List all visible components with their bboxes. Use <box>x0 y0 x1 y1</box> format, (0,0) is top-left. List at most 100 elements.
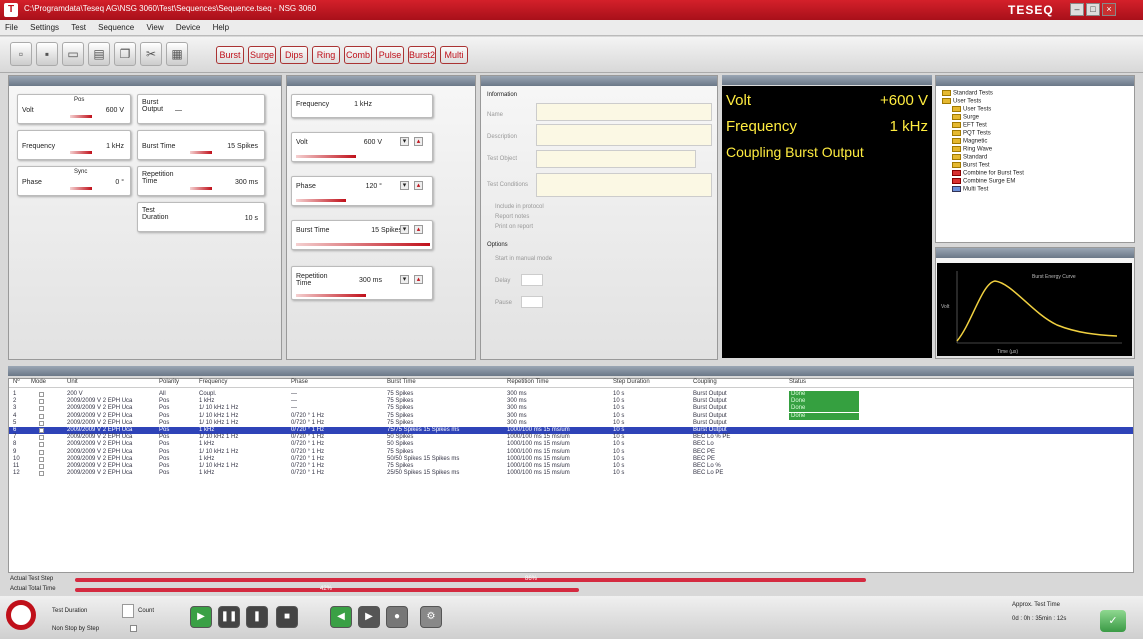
table-row[interactable]: 8 2009/2009 V 2 ЕРН Uca Pos 1 kHz 0/720 ° 1 … <box>9 441 1133 448</box>
cut-icon[interactable]: ✂ <box>140 42 162 66</box>
column-header[interactable]: Burst Time <box>387 379 416 385</box>
test-conditions-field[interactable] <box>536 173 712 197</box>
table-row[interactable]: 5 2009/2009 V 2 ЕРН Uca Pos 1/ 10 kHz 1 Hz 0… <box>9 420 1133 427</box>
menu-file[interactable]: File <box>0 20 23 35</box>
table-row[interactable]: 7 2009/2009 V 2 ЕРН Uca Pos 1/ 10 kHz 1 Hz 0… <box>9 434 1133 441</box>
menu-view[interactable]: View <box>141 20 168 35</box>
menu-sequence[interactable]: Sequence <box>93 20 139 35</box>
frequency-slider[interactable] <box>70 151 92 154</box>
tree-item[interactable]: EFT Test <box>952 122 987 129</box>
table-row[interactable]: 10 2009/2009 V 2 ЕРН Uca Pos 1 kHz 0/720 ° 1… <box>9 456 1133 463</box>
stop-icon[interactable] <box>6 600 36 630</box>
menu-settings[interactable]: Settings <box>25 20 64 35</box>
sweep-slider[interactable] <box>296 243 430 246</box>
paste-icon[interactable]: ▦ <box>166 42 188 66</box>
pulse-test-button[interactable]: Pulse <box>376 46 404 64</box>
tree-item[interactable]: PQT Tests <box>952 130 991 137</box>
row-checkbox[interactable] <box>39 464 44 469</box>
row-checkbox[interactable] <box>39 420 44 426</box>
increase-icon[interactable]: ▾ <box>400 181 409 190</box>
menu-test[interactable]: Test <box>66 20 91 35</box>
table-row[interactable]: 12 2009/2009 V 2 ЕРН Uca Pos 1 kHz 0/720 ° 1… <box>9 470 1133 477</box>
sweep-item[interactable]: Repetition Time 300 ms ▾ ▴ <box>291 266 433 300</box>
column-header[interactable]: Unit <box>67 379 78 385</box>
frequency-control[interactable]: Frequency 1 kHz <box>17 130 131 160</box>
sweep-slider[interactable] <box>296 155 356 158</box>
tree-item[interactable]: Multi Test <box>952 186 988 193</box>
step-back-button[interactable]: ◀ <box>330 606 352 628</box>
option-pause[interactable]: Pause <box>495 300 512 306</box>
sweep-item[interactable]: Frequency 1 kHz <box>291 94 433 118</box>
repetition-time-control[interactable]: Repetition Time 300 ms <box>137 166 265 196</box>
row-checkbox[interactable] <box>39 428 44 433</box>
column-header[interactable]: Polarity <box>159 379 179 385</box>
column-header[interactable]: Mode <box>31 379 46 385</box>
decrease-icon[interactable]: ▴ <box>414 225 423 234</box>
column-header[interactable]: Nº <box>13 379 20 385</box>
save-icon[interactable]: ▪ <box>36 42 58 66</box>
sweep-slider[interactable] <box>296 199 346 202</box>
check-print-report[interactable]: Print on report <box>495 224 533 230</box>
table-row[interactable]: 4 2009/2009 V 2 ЕРН Uca Pos 1/ 10 kHz 1 Hz 0… <box>9 412 1133 420</box>
option-delay[interactable]: Delay <box>495 278 510 284</box>
tree-item[interactable]: Surge <box>952 114 979 121</box>
copy-icon[interactable]: ❐ <box>114 42 136 66</box>
delay-input[interactable] <box>521 274 543 286</box>
check-report-notes[interactable]: Report notes <box>495 214 529 220</box>
phase-slider[interactable] <box>70 187 92 190</box>
non-stop-checkbox[interactable] <box>130 625 137 632</box>
row-checkbox[interactable] <box>39 392 44 397</box>
skip-button[interactable]: ❚ <box>246 606 268 628</box>
tree-item[interactable]: Standard <box>952 154 987 161</box>
sweep-item[interactable]: Phase 120 ° ▾ ▴ <box>291 176 433 206</box>
open-icon[interactable]: ▭ <box>62 42 84 66</box>
table-row[interactable]: 9 2009/2009 V 2 ЕРН Uca Pos 1/ 10 kHz 1 Hz 0… <box>9 449 1133 456</box>
settings-button[interactable]: ⚙ <box>420 606 442 628</box>
test-duration-control[interactable]: Test Duration 10 s <box>137 202 265 232</box>
tree-item[interactable]: Ring Wave <box>952 146 992 153</box>
column-header[interactable]: Frequency <box>199 379 227 385</box>
increase-icon[interactable]: ▾ <box>400 225 409 234</box>
test-object-field[interactable] <box>536 150 696 168</box>
tree-item[interactable]: Magnetic <box>952 138 987 145</box>
tree-item[interactable]: User Tests <box>942 98 981 105</box>
burst2-test-button[interactable]: Burst2 <box>408 46 436 64</box>
row-checkbox[interactable] <box>39 449 44 455</box>
description-field[interactable] <box>536 124 712 146</box>
print-icon[interactable]: ▤ <box>88 42 110 66</box>
record-button[interactable]: ● <box>386 606 408 628</box>
decrease-icon[interactable]: ▴ <box>414 275 423 284</box>
sweep-slider[interactable] <box>296 294 366 297</box>
tree-item[interactable]: Combine for Burst Test <box>952 170 1024 177</box>
row-checkbox[interactable] <box>39 442 44 448</box>
surge-test-button[interactable]: Surge <box>248 46 276 64</box>
tree-item[interactable]: Burst Test <box>952 162 990 169</box>
tree-item[interactable]: Combine Surge EM <box>952 178 1015 185</box>
step-forward-button[interactable]: ▶ <box>358 606 380 628</box>
phase-control[interactable]: Phase Sync 0 ° <box>17 166 131 196</box>
column-header[interactable]: Phase <box>291 379 308 385</box>
row-checkbox[interactable] <box>39 406 44 412</box>
column-header[interactable]: Repetition Time <box>507 379 549 385</box>
report-icon[interactable]: ✓ <box>1100 610 1126 632</box>
pause-input[interactable] <box>521 296 543 308</box>
column-header[interactable]: Step Duration <box>613 379 650 385</box>
increase-icon[interactable]: ▾ <box>400 137 409 146</box>
ring-test-button[interactable]: Ring <box>312 46 340 64</box>
start-button[interactable]: ▶ <box>190 606 212 628</box>
burst-output-control[interactable]: Burst Output — <box>137 94 265 124</box>
comb-test-button[interactable]: Comb <box>344 46 372 64</box>
tree-item[interactable]: Standard Tests <box>942 90 993 97</box>
stop-button[interactable]: ■ <box>276 606 298 628</box>
burst-time-control[interactable]: Burst Time 15 Spikes <box>137 130 265 160</box>
sweep-item[interactable]: Volt 600 V ▾ ▴ <box>291 132 433 162</box>
table-row[interactable]: 11 2009/2009 V 2 ЕРН Uca Pos 1/ 10 kHz 1 Hz… <box>9 463 1133 470</box>
table-row[interactable]: 3 2009/2009 V 2 ЕРН Uca Pos 1/ 10 kHz 1 Hz —… <box>9 405 1133 413</box>
tree-item[interactable]: User Tests <box>952 106 991 113</box>
column-header[interactable]: Coupling <box>693 379 717 385</box>
option-manual-mode[interactable]: Start in manual mode <box>495 256 552 262</box>
row-checkbox[interactable] <box>39 471 44 477</box>
sweep-item[interactable]: Burst Time 15 Spikes ▾ ▴ <box>291 220 433 250</box>
menu-device[interactable]: Device <box>171 20 205 35</box>
close-button[interactable]: × <box>1102 3 1116 16</box>
